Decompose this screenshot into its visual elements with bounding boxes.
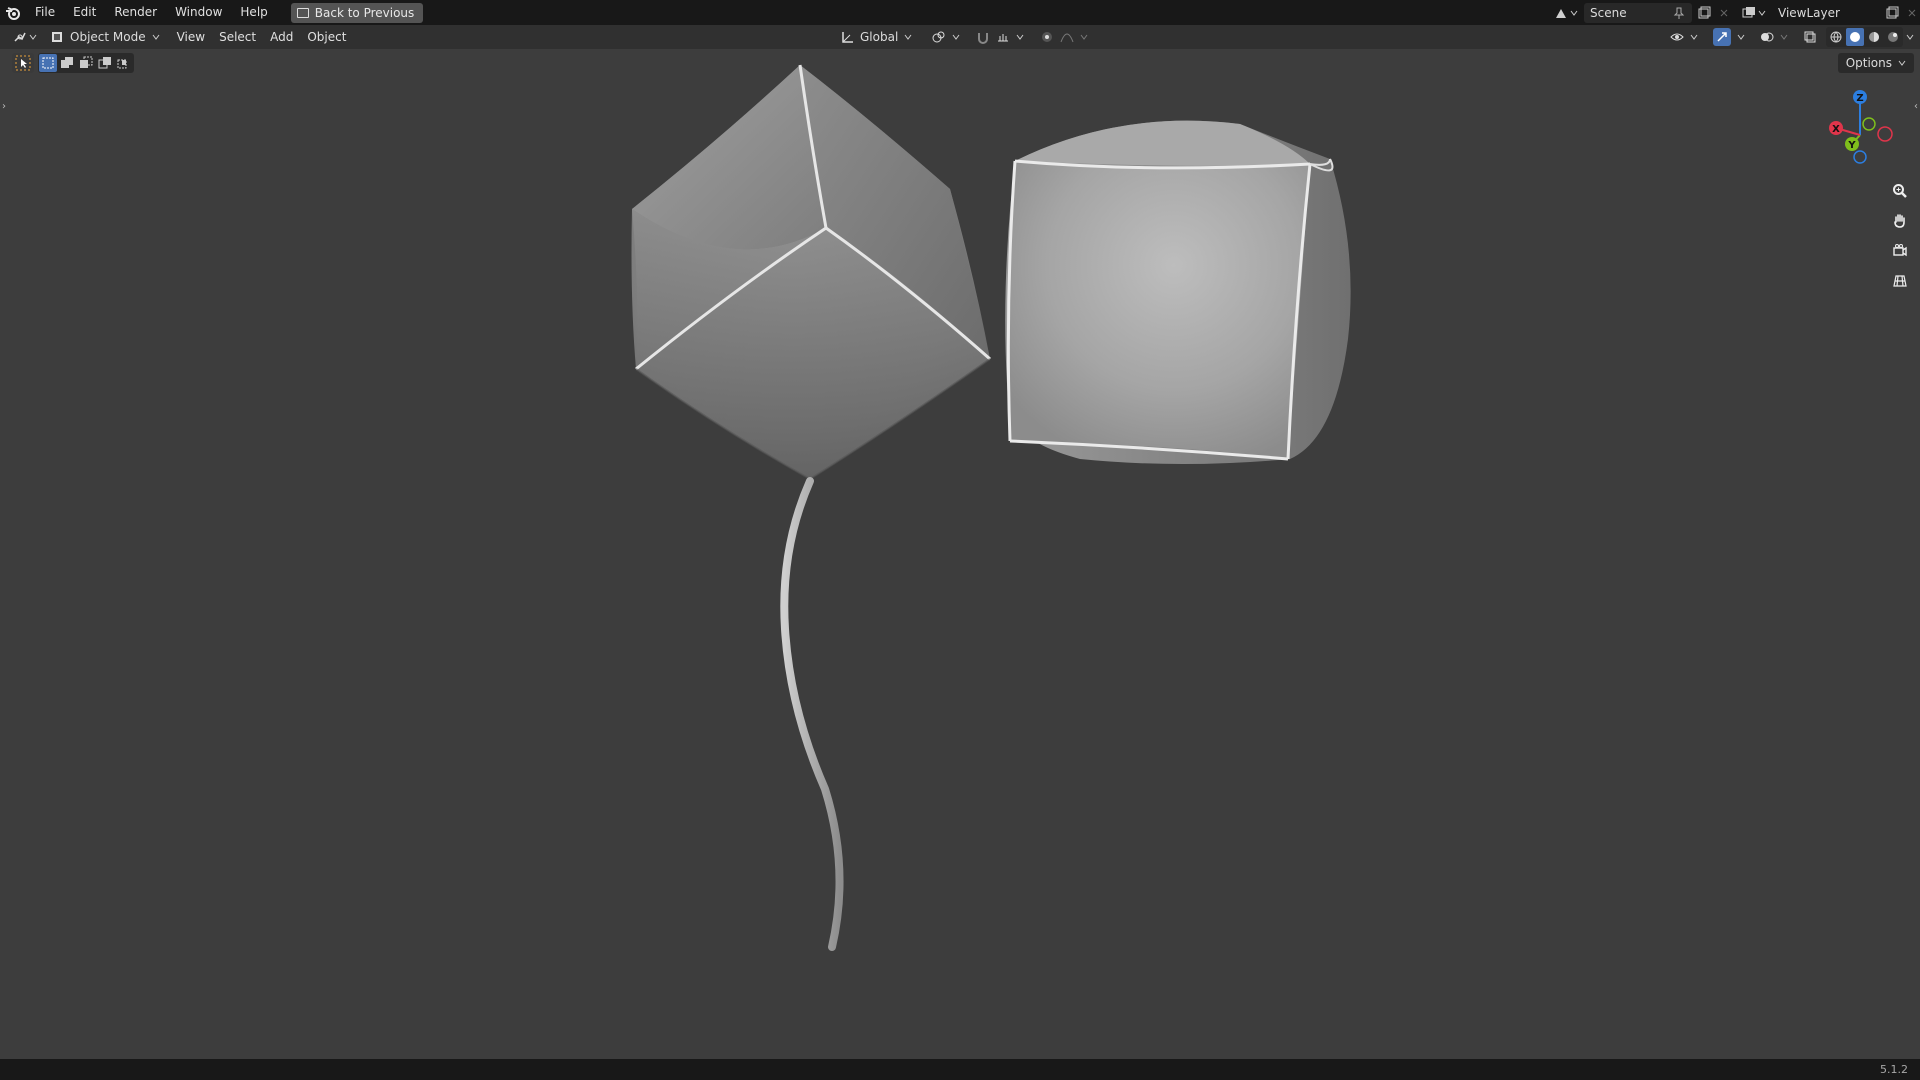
material-shading-icon [1869, 32, 1879, 42]
chevron-down-icon [1780, 34, 1788, 40]
chevron-down-icon [1737, 34, 1745, 40]
rendered-shading-button[interactable] [1884, 28, 1902, 46]
snap-toggle[interactable] [970, 27, 1030, 47]
remove-scene-button[interactable] [1716, 9, 1732, 17]
view-layer-icon [1742, 6, 1755, 17]
chevron-down-icon [1758, 10, 1766, 16]
proportional-edit-icon [1042, 32, 1053, 42]
chevron-down-icon [952, 34, 960, 40]
gizmo-icon [1713, 28, 1731, 46]
menu-edit[interactable]: Edit [64, 0, 105, 25]
orientation-icon [842, 32, 853, 43]
transform-orientation-dropdown[interactable]: Global [834, 27, 918, 47]
chevron-down-icon [1690, 34, 1698, 40]
solid-shading-button[interactable] [1846, 28, 1864, 46]
scene-selector[interactable] [1548, 6, 1584, 20]
transform-controls: Global [834, 27, 1094, 47]
cube-balloon[interactable] [1005, 120, 1351, 465]
chevron-down-icon [904, 34, 912, 40]
diamond-balloon[interactable] [631, 64, 991, 481]
blender-logo-icon[interactable] [0, 0, 26, 25]
top-menu-bar: File Edit Render Window Help Back to Pre… [0, 0, 1920, 25]
falloff-icon [1060, 33, 1074, 43]
menu-window[interactable]: Window [166, 0, 231, 25]
back-icon [296, 7, 309, 18]
menu-select[interactable]: Select [212, 27, 263, 47]
new-view-layer-button[interactable] [1880, 6, 1904, 20]
chevron-down-icon [152, 34, 159, 40]
viewport-header: Object Mode View Select Add Object Globa… [0, 25, 1920, 49]
menu-render[interactable]: Render [105, 0, 166, 25]
menu-view[interactable]: View [170, 27, 212, 47]
top-right-controls: Scene ViewLayer [1548, 0, 1920, 25]
close-icon [1908, 9, 1916, 16]
visibility-dropdown[interactable] [1664, 27, 1704, 47]
version-label: 5.1.2 [1880, 1063, 1908, 1076]
status-bar: 5.1.2 [0, 1059, 1920, 1080]
pin-icon[interactable] [1672, 6, 1686, 20]
menu-add[interactable]: Add [263, 27, 300, 47]
new-view-layer-icon [1886, 6, 1899, 18]
shading-controls [1664, 27, 1914, 47]
xray-toggle[interactable] [1797, 27, 1823, 47]
object-mode-dropdown[interactable]: Object Mode [44, 27, 166, 47]
chevron-down-icon [29, 34, 37, 40]
proportional-edit-toggle[interactable] [1034, 27, 1094, 47]
close-icon [1720, 9, 1728, 16]
wireframe-shading-button[interactable] [1827, 28, 1845, 46]
menu-help[interactable]: Help [231, 0, 276, 25]
rendered-shading-icon [1888, 32, 1898, 42]
object-mode-icon [52, 32, 62, 42]
overlay-toggle[interactable] [1754, 27, 1794, 47]
pivot-icon [932, 31, 945, 43]
overlay-icon [1761, 32, 1774, 42]
shading-mode-group [1826, 27, 1903, 47]
new-scene-icon [1698, 6, 1711, 18]
xray-icon [1804, 31, 1816, 43]
editor-type-button[interactable] [6, 27, 44, 47]
wireframe-shading-icon [1830, 31, 1842, 43]
chevron-down-icon[interactable] [1906, 33, 1914, 41]
solid-shading-icon [1850, 32, 1860, 42]
new-scene-button[interactable] [1692, 6, 1716, 20]
pivot-point-dropdown[interactable] [926, 27, 966, 47]
chevron-down-icon [1080, 34, 1088, 40]
snap-icon [978, 33, 989, 44]
remove-view-layer-button[interactable] [1904, 9, 1920, 17]
scene-name-label: Scene [1590, 5, 1627, 20]
object-mode-label: Object Mode [70, 30, 146, 44]
scene-icon [1556, 8, 1566, 18]
chevron-down-icon [1016, 34, 1024, 40]
view-layer-name-label: ViewLayer [1778, 5, 1840, 20]
visibility-icon [1670, 33, 1684, 41]
balloon-string[interactable] [780, 477, 844, 951]
scene-render [631, 64, 1351, 951]
editor-type-icon [14, 32, 26, 42]
chevron-down-icon [1570, 10, 1578, 16]
gizmo-toggle[interactable] [1707, 27, 1751, 47]
material-shading-button[interactable] [1865, 28, 1883, 46]
snap-increment-icon [998, 34, 1009, 42]
transform-orientation-label: Global [860, 30, 899, 44]
3d-viewport[interactable]: › ‹ Options Z X Y [0, 49, 1920, 1059]
view-layer-selector[interactable] [1736, 6, 1772, 20]
view-layer-name-field[interactable]: ViewLayer [1772, 3, 1880, 23]
menu-object[interactable]: Object [300, 27, 353, 47]
back-to-previous-button[interactable]: Back to Previous [290, 2, 424, 23]
back-to-previous-label: Back to Previous [314, 5, 415, 20]
scene-name-field[interactable]: Scene [1584, 2, 1692, 23]
menu-file[interactable]: File [26, 0, 64, 25]
